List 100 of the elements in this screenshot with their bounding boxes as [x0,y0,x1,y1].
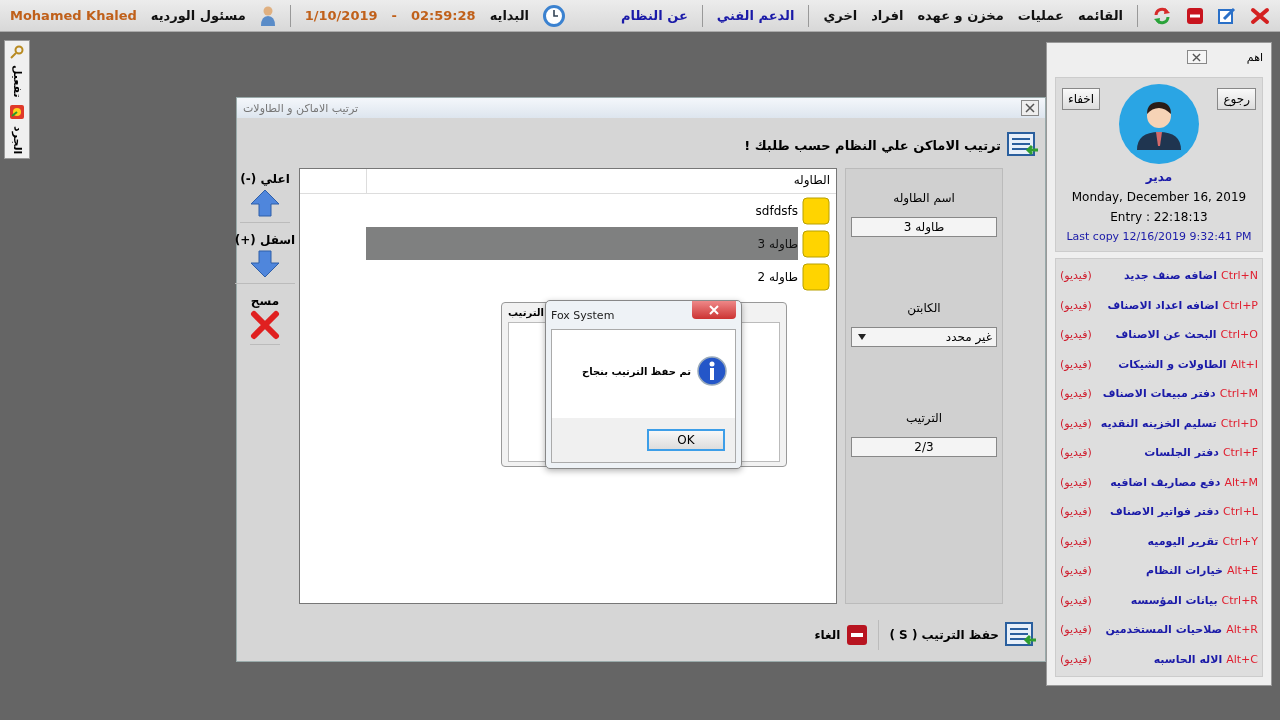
user-name: Mohamed Khaled [10,8,137,23]
shortcut-link[interactable]: دفتر الجلسات [1144,446,1219,460]
shortcut-key: Ctrl+L [1223,505,1258,519]
last-copy: Last copy 12/16/2019 9:32:41 PM [1066,230,1252,243]
menu-link[interactable]: الدعم الفني [716,8,795,23]
window-title: ترتيب الاماكن و الطاولات [243,101,359,115]
dialog-message: تم حفظ الترتيب بنجاح [581,365,691,377]
table-icon [802,196,830,225]
hide-button[interactable]: اخفاء [1062,88,1101,110]
shortcut-link[interactable]: خيارات النظام [1146,564,1223,578]
table-row[interactable]: طاوله 2 [366,260,798,293]
video-link[interactable]: (فيديو) [1060,564,1092,578]
shortcut-link[interactable]: بيانات المؤسسه [1130,593,1218,607]
shortcut-key: Ctrl+P [1222,298,1258,312]
video-link[interactable]: (فيديو) [1060,298,1092,312]
user-icon [259,4,276,27]
user-role: مدير [1145,170,1173,184]
entry-time: Entry : 22:18:13 [1110,210,1208,224]
video-link[interactable]: (فيديو) [1060,328,1092,342]
menu-item[interactable]: افراد [871,8,904,23]
shortcut-link[interactable]: دفتر فواتير الاصناف [1109,505,1220,519]
video-link[interactable]: (فيديو) [1060,652,1092,666]
menu-item[interactable]: مخزن و عهده [917,8,1004,23]
close-icon [709,305,719,315]
video-link[interactable]: (فيديو) [1060,387,1092,401]
menu-item[interactable]: القائمه [1077,8,1123,23]
start-label: البدايه [489,8,529,23]
dialog-title: الترتيب [508,307,544,318]
back-button[interactable]: رجوع [1217,88,1256,110]
shortcut-key: Ctrl+M [1219,387,1258,401]
close-button[interactable] [1021,100,1039,116]
window-heading: ترتيب الاماكن علي النظام حسب طلبك ! [744,137,1001,153]
video-link[interactable]: (فيديو) [1060,475,1092,489]
table-icon [802,262,830,291]
menu-item[interactable]: عمليات [1017,8,1064,23]
table-row[interactable]: sdfdsfs [366,194,798,227]
shortcut-link[interactable]: البحث عن الاصناف [1115,328,1217,342]
video-link[interactable]: (فيديو) [1060,593,1092,607]
shortcut-key: Ctrl+O [1220,328,1258,342]
list-icon [1007,132,1039,158]
video-link[interactable]: (فيديو) [1060,623,1092,637]
up-arrow-icon [249,188,281,218]
close-button[interactable] [1186,50,1207,64]
shortcut-link[interactable]: تقرير اليوميه [1147,534,1219,548]
separator: - [391,8,397,23]
close-icon[interactable] [1250,6,1270,25]
current-date: Monday, December 16, 2019 [1071,190,1247,204]
video-link[interactable]: (فيديو) [1060,534,1092,548]
shortcut-link[interactable]: تسليم الخزينه النقديه [1100,416,1217,430]
field-label: اسم الطاوله [893,191,955,205]
edit-icon[interactable] [1218,6,1236,25]
table-icon [802,229,830,258]
shortcut-key: Ctrl+N [1220,269,1258,283]
cancel-button[interactable]: الغاء [814,628,841,642]
shortcut-link[interactable]: الطاولات و الشيكات [1118,357,1227,371]
role-label: مسئول الورديه [150,8,246,23]
move-button-label[interactable]: اسفل (+) [234,233,296,247]
video-link[interactable]: (فيديو) [1060,416,1092,430]
minus-icon[interactable] [1186,6,1204,25]
column-header: الطاوله [366,169,836,193]
shortcut-key: Alt+I [1230,357,1258,371]
close-icon [1025,103,1035,113]
menu-item[interactable]: اخري [823,8,858,23]
input-field[interactable]: طاوله 3 [851,217,997,237]
input-field[interactable]: 2/3 [851,437,997,457]
captain-dropdown[interactable]: غير محدد [851,327,997,347]
shortcut-key: Ctrl+Y [1222,534,1258,548]
field-label: الكابتن [907,301,941,315]
start-date: 1/10/2019 [304,8,378,23]
table-row[interactable]: طاوله 3 [366,227,798,260]
refresh-icon[interactable] [1152,5,1172,26]
ok-button[interactable]: OK [647,429,725,451]
video-link[interactable]: (فيديو) [1060,446,1092,460]
shortcut-key: Alt+E [1226,564,1258,578]
video-link[interactable]: (فيديو) [1060,505,1092,519]
list-icon [1005,622,1037,648]
shortcut-key: Alt+C [1226,652,1258,666]
shortcut-link[interactable]: صلاحيات المستخدمين [1105,623,1223,637]
shortcut-link[interactable]: دفع مصاريف اضافيه [1110,475,1221,489]
info-icon [697,356,727,386]
video-link[interactable]: (فيديو) [1060,269,1092,283]
shortcut-link[interactable]: اضافه صنف جديد [1123,269,1217,283]
minus-icon [846,624,869,646]
close-icon [1192,52,1202,62]
side-tab[interactable]: تفعيل [10,65,24,98]
caret-icon [858,334,866,340]
panel-title: اهم [1246,50,1263,64]
shortcut-link[interactable]: الاله الحاسبه [1153,652,1223,666]
video-link[interactable]: (فيديو) [1060,357,1092,371]
close-button[interactable] [692,301,736,319]
move-button-label[interactable]: مسح [250,294,280,308]
save-button[interactable]: حفظ الترتيب ( S ) [889,628,999,642]
move-button-label[interactable]: اعلي (-) [240,172,290,186]
field-label: الترتيب [906,411,942,425]
shortcut-link[interactable]: دفتر مبيعات الاصناف [1102,387,1216,401]
menu-link[interactable]: عن النظام [620,8,688,23]
shortcut-link[interactable]: اضافه اعداد الاصناف [1107,298,1219,312]
box-icon [9,103,25,120]
side-tab[interactable]: الجرد [10,125,24,154]
shortcut-key: Alt+R [1226,623,1258,637]
